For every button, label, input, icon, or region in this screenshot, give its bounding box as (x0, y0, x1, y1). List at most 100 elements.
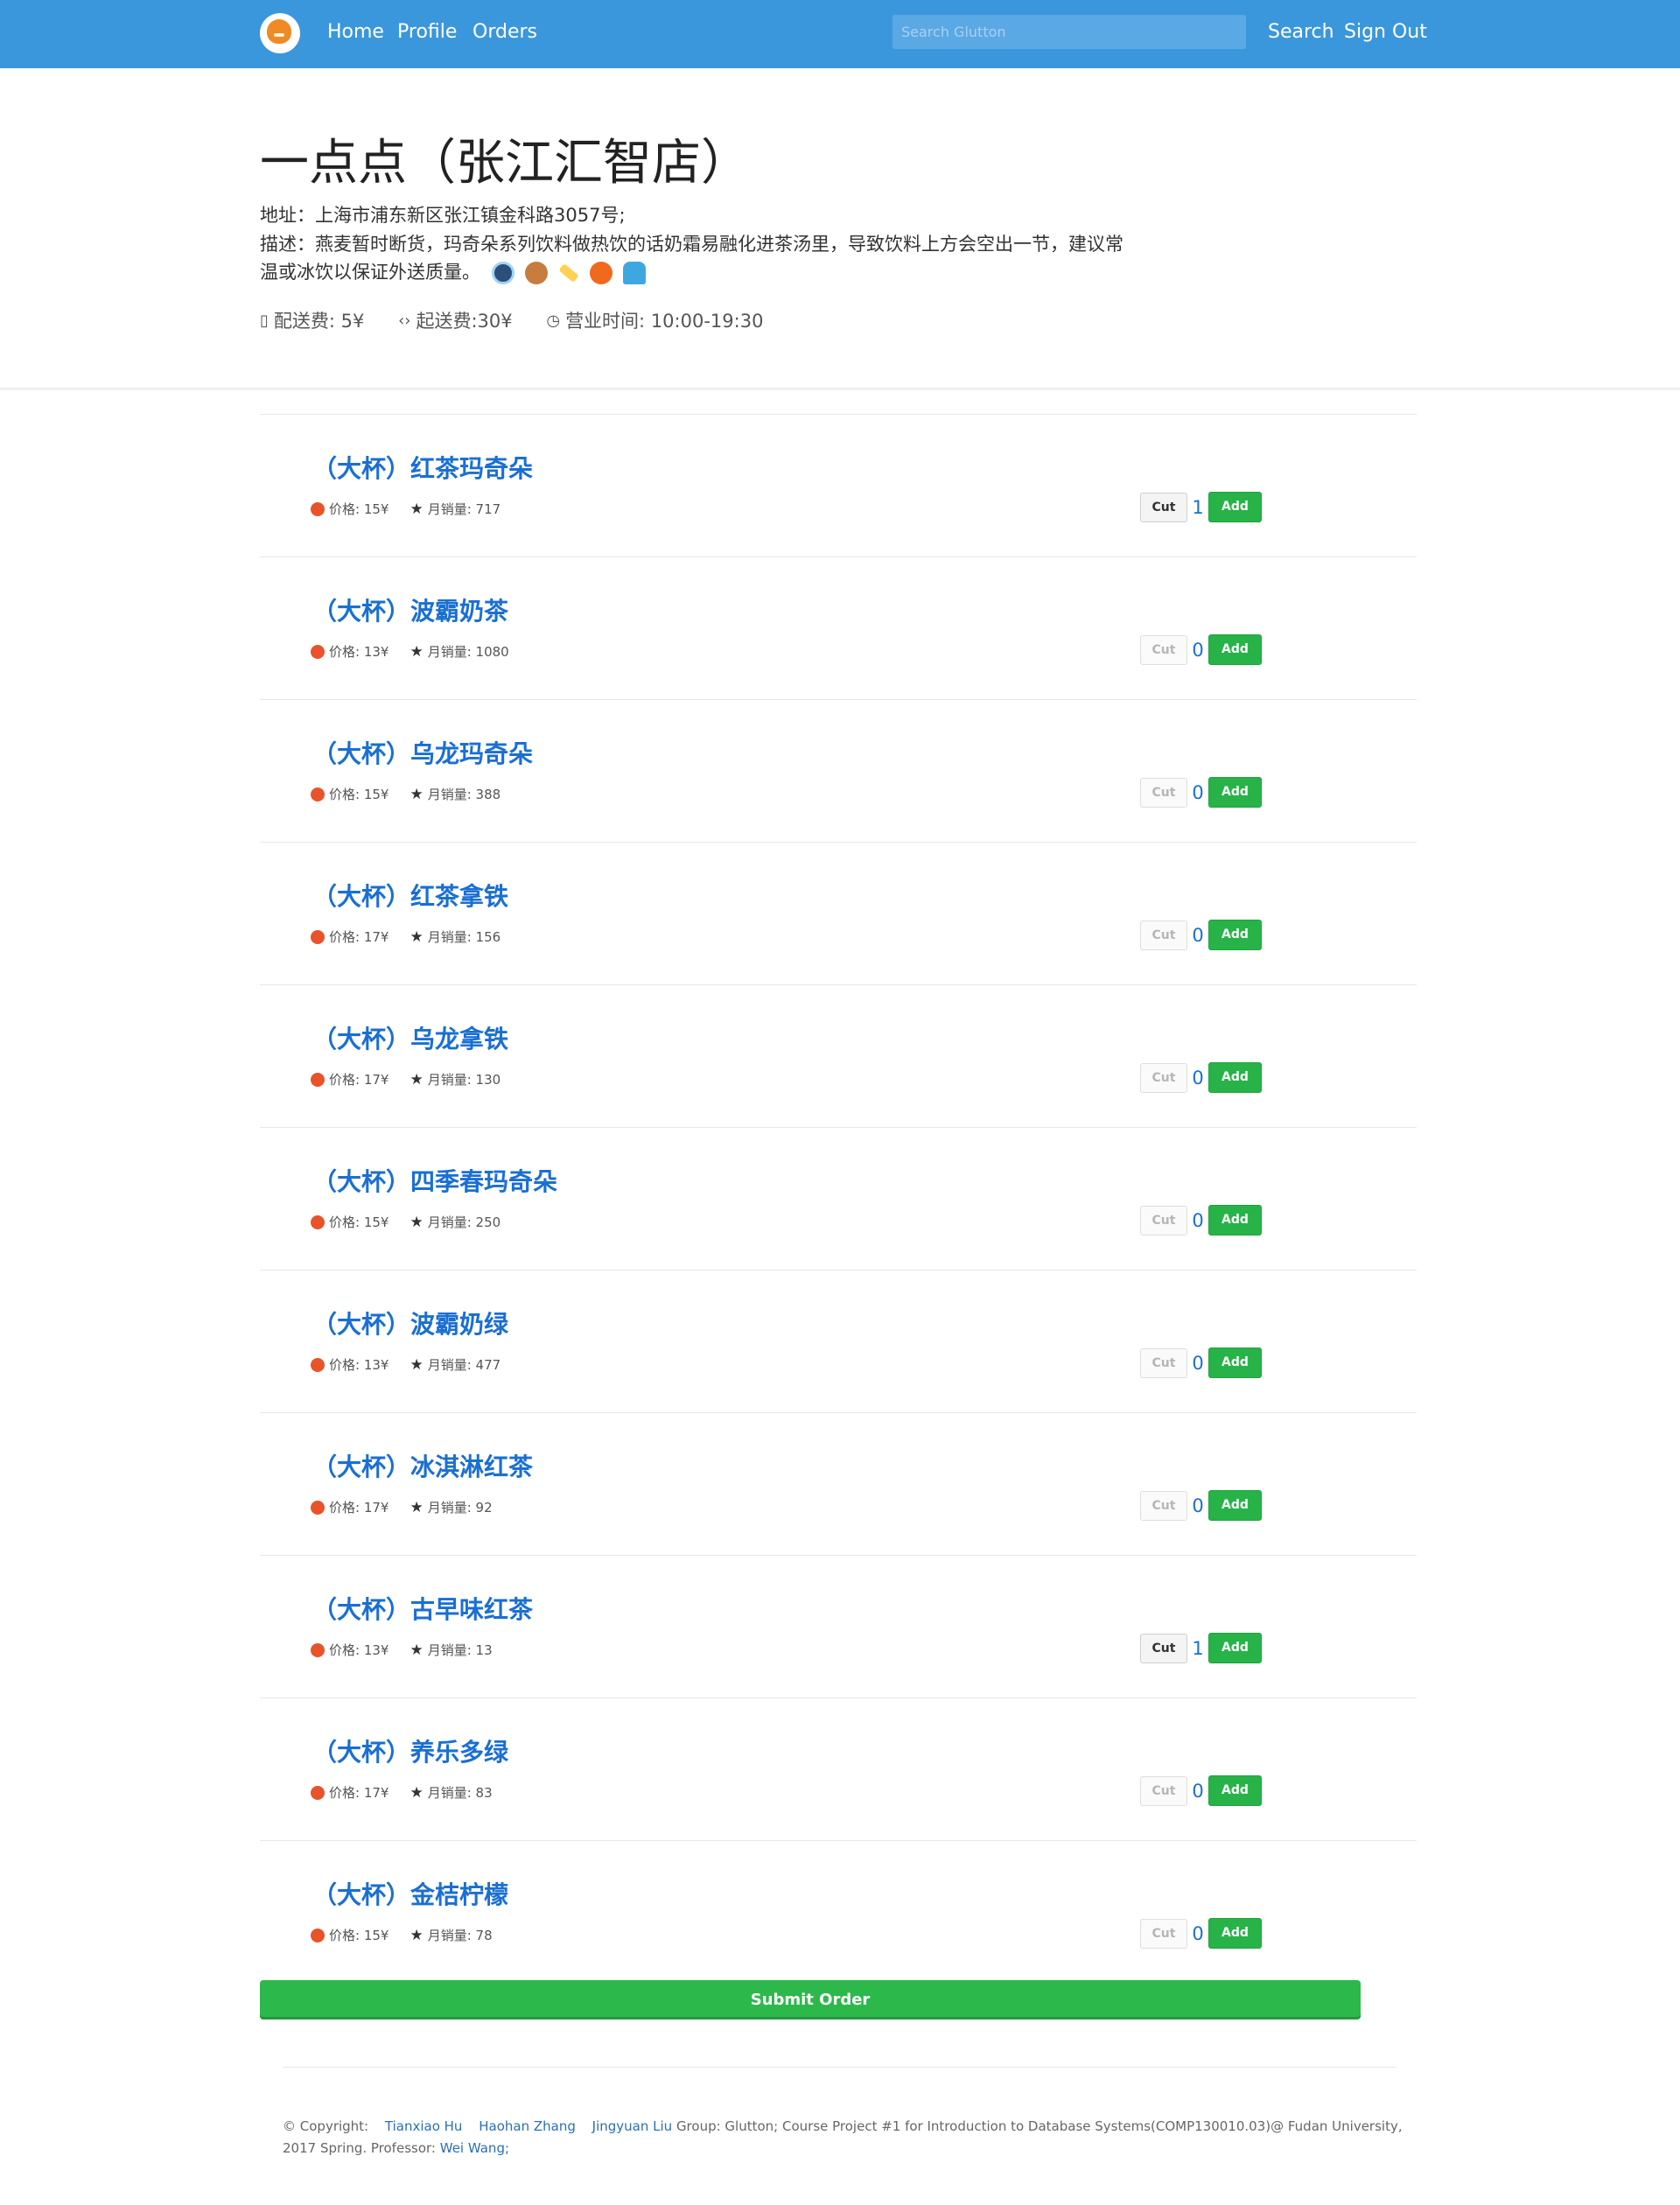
item-name-link[interactable]: （大杯）乌龙拿铁 (312, 1024, 508, 1055)
item-price: 价格: 17¥ (329, 1500, 389, 1516)
app-logo-icon[interactable] (260, 13, 300, 53)
business-hours: ◷ 营业时间: 10:00-19:30 (546, 308, 763, 334)
cut-button[interactable]: Cut (1140, 1775, 1187, 1806)
item-quantity: 0 (1192, 1352, 1204, 1374)
price-dot-icon (311, 1215, 325, 1229)
item-name-link[interactable]: （大杯）四季春玛奇朵 (312, 1166, 557, 1198)
menu-item-row: （大杯）乌龙拿铁 价格: 17¥ ★ 月销量: 130 Cut 0 Add (260, 984, 1417, 1127)
star-icon: ★ (410, 1642, 424, 1659)
add-button[interactable]: Add (1208, 1775, 1262, 1806)
quantity-controls: Cut 0 Add (1140, 1062, 1262, 1093)
add-button[interactable]: Add (1208, 634, 1262, 665)
cut-button[interactable]: Cut (1140, 1490, 1187, 1521)
add-button[interactable]: Add (1208, 1918, 1262, 1949)
cut-button[interactable]: Cut (1140, 634, 1187, 665)
footer-divider (283, 2067, 1396, 2068)
item-sales: 月销量: 92 (427, 1500, 493, 1516)
store-description: 描述：燕麦暂时断货，玛奇朵系列饮料做热饮的话奶霜易融化进茶汤里，导致饮料上方会空… (260, 230, 1126, 286)
item-sales: 月销量: 78 (427, 1928, 493, 1943)
item-name-link[interactable]: （大杯）古早味红茶 (312, 1594, 533, 1626)
price-dot-icon (311, 645, 325, 659)
menu-item-row: （大杯）金桔柠檬 价格: 15¥ ★ 月销量: 78 Cut 0 Add (260, 1840, 1417, 1983)
cut-button[interactable]: Cut (1140, 777, 1187, 808)
menu-item-row: （大杯）波霸奶绿 价格: 13¥ ★ 月销量: 477 Cut 0 Add (260, 1270, 1417, 1412)
person-icon (623, 262, 647, 284)
price-dot-icon (311, 1358, 325, 1372)
add-button[interactable]: Add (1208, 1490, 1262, 1521)
header-divider (0, 388, 1680, 391)
menu-item-row: （大杯）红茶拿铁 价格: 17¥ ★ 月销量: 156 Cut 0 Add (260, 842, 1417, 984)
cut-button[interactable]: Cut (1140, 1205, 1187, 1236)
item-quantity: 0 (1192, 1209, 1204, 1231)
quantity-controls: Cut 0 Add (1140, 1490, 1262, 1521)
menu-item-row: （大杯）乌龙玛奇朵 价格: 15¥ ★ 月销量: 388 Cut 0 Add (260, 699, 1417, 842)
add-button[interactable]: Add (1208, 920, 1262, 950)
search-button[interactable]: Search (1268, 19, 1334, 46)
item-name-link[interactable]: （大杯）乌龙玛奇朵 (312, 738, 533, 770)
sign-out-link[interactable]: Sign Out (1344, 19, 1427, 46)
cut-button[interactable]: Cut (1140, 1348, 1187, 1378)
nav-home-link[interactable]: Home (327, 19, 384, 46)
cut-button[interactable]: Cut (1140, 920, 1187, 950)
item-sales: 月销量: 717 (427, 501, 501, 517)
add-button[interactable]: Add (1208, 492, 1262, 522)
author-link[interactable]: Jingyuan Liu (592, 2118, 673, 2134)
item-name-link[interactable]: （大杯）波霸奶绿 (312, 1309, 508, 1340)
price-dot-icon (311, 502, 325, 516)
cut-button[interactable]: Cut (1140, 492, 1187, 522)
item-name-link[interactable]: （大杯）红茶拿铁 (312, 881, 508, 913)
item-name-link[interactable]: （大杯）冰淇淋红茶 (312, 1452, 533, 1483)
search-input[interactable] (892, 15, 1246, 49)
store-meta: ▯ 配送费: 5¥ ‹› 起送费:30¥ ◷ 营业时间: 10:00-19:30 (260, 306, 791, 334)
item-name-link[interactable]: （大杯）养乐多绿 (312, 1737, 508, 1768)
store-description-text: 描述：燕麦暂时断货，玛奇朵系列饮料做热饮的话奶霜易融化进茶汤里，导致饮料上方会空… (260, 234, 1124, 283)
menu-item-row: （大杯）四季春玛奇朵价格: 15¥ ★ 月销量: 250 Cut 0 Add (260, 1127, 1417, 1270)
quantity-controls: Cut 0 Add (1140, 1205, 1262, 1236)
star-icon: ★ (410, 786, 424, 803)
menu-item-list: （大杯）红茶玛奇朵价格: 15¥ ★ 月销量: 717 Cut 1 Add （大杯）波霸奶茶… (260, 414, 1417, 1983)
author-link[interactable]: Haohan Zhang (479, 2118, 576, 2134)
professor-link[interactable]: Wei Wang; (440, 2140, 509, 2156)
menu-item-row: （大杯）古早味红茶 价格: 13¥ ★ 月销量: 13 Cut 1 Add (260, 1555, 1417, 1698)
item-quantity: 0 (1192, 1494, 1204, 1516)
quantity-controls: Cut 0 Add (1140, 920, 1262, 950)
cut-button[interactable]: Cut (1140, 1062, 1187, 1093)
add-button[interactable]: Add (1208, 1205, 1262, 1236)
quantity-controls: Cut 1 Add (1140, 1633, 1262, 1663)
author-link[interactable]: Tianxiao Hu (385, 2118, 463, 2134)
item-sales: 月销量: 388 (427, 787, 501, 802)
nav-orders-link[interactable]: Orders (472, 19, 537, 46)
item-meta: 价格: 15¥ ★ 月销量: 250 (311, 1213, 500, 1232)
item-sales: 月销量: 250 (427, 1214, 501, 1230)
item-price: 价格: 15¥ (329, 1214, 389, 1230)
quantity-controls: Cut 0 Add (1140, 1918, 1262, 1949)
item-sales: 月销量: 1080 (427, 644, 509, 660)
monkey-face-icon (525, 262, 549, 284)
add-button[interactable]: Add (1208, 1348, 1262, 1378)
item-sales: 月销量: 13 (427, 1642, 493, 1658)
orange-icon (589, 262, 612, 284)
item-quantity: 0 (1192, 924, 1204, 946)
item-name-link[interactable]: （大杯）波霸奶茶 (312, 596, 508, 627)
cut-button[interactable]: Cut (1140, 1633, 1187, 1663)
book-icon: ▯ (260, 312, 269, 330)
menu-item-row: （大杯）冰淇淋红茶价格: 17¥ ★ 月销量: 92 Cut 0 Add (260, 1412, 1417, 1555)
add-button[interactable]: Add (1208, 1062, 1262, 1093)
menu-item-row: （大杯）波霸奶茶 价格: 13¥ ★ 月销量: 1080 Cut 0 Add (260, 556, 1417, 699)
item-meta: 价格: 17¥ ★ 月销量: 92 (311, 1498, 493, 1517)
min-order: ‹› 起送费:30¥ (398, 308, 513, 334)
item-price: 价格: 17¥ (329, 1785, 389, 1801)
quantity-controls: Cut 0 Add (1140, 1775, 1262, 1806)
nav-profile-link[interactable]: Profile (397, 19, 457, 46)
add-button[interactable]: Add (1208, 1633, 1262, 1663)
item-meta: 价格: 13¥ ★ 月销量: 1080 (311, 642, 509, 662)
add-button[interactable]: Add (1208, 777, 1262, 808)
item-price: 价格: 17¥ (329, 929, 389, 945)
cut-button[interactable]: Cut (1140, 1918, 1187, 1949)
item-name-link[interactable]: （大杯）金桔柠檬 (312, 1880, 508, 1911)
item-quantity: 0 (1192, 1780, 1204, 1802)
item-name-link[interactable]: （大杯）红茶玛奇朵 (312, 453, 533, 485)
price-dot-icon (311, 1073, 325, 1087)
star-icon: ★ (410, 928, 424, 946)
submit-order-button[interactable]: Submit Order (260, 1980, 1361, 2020)
